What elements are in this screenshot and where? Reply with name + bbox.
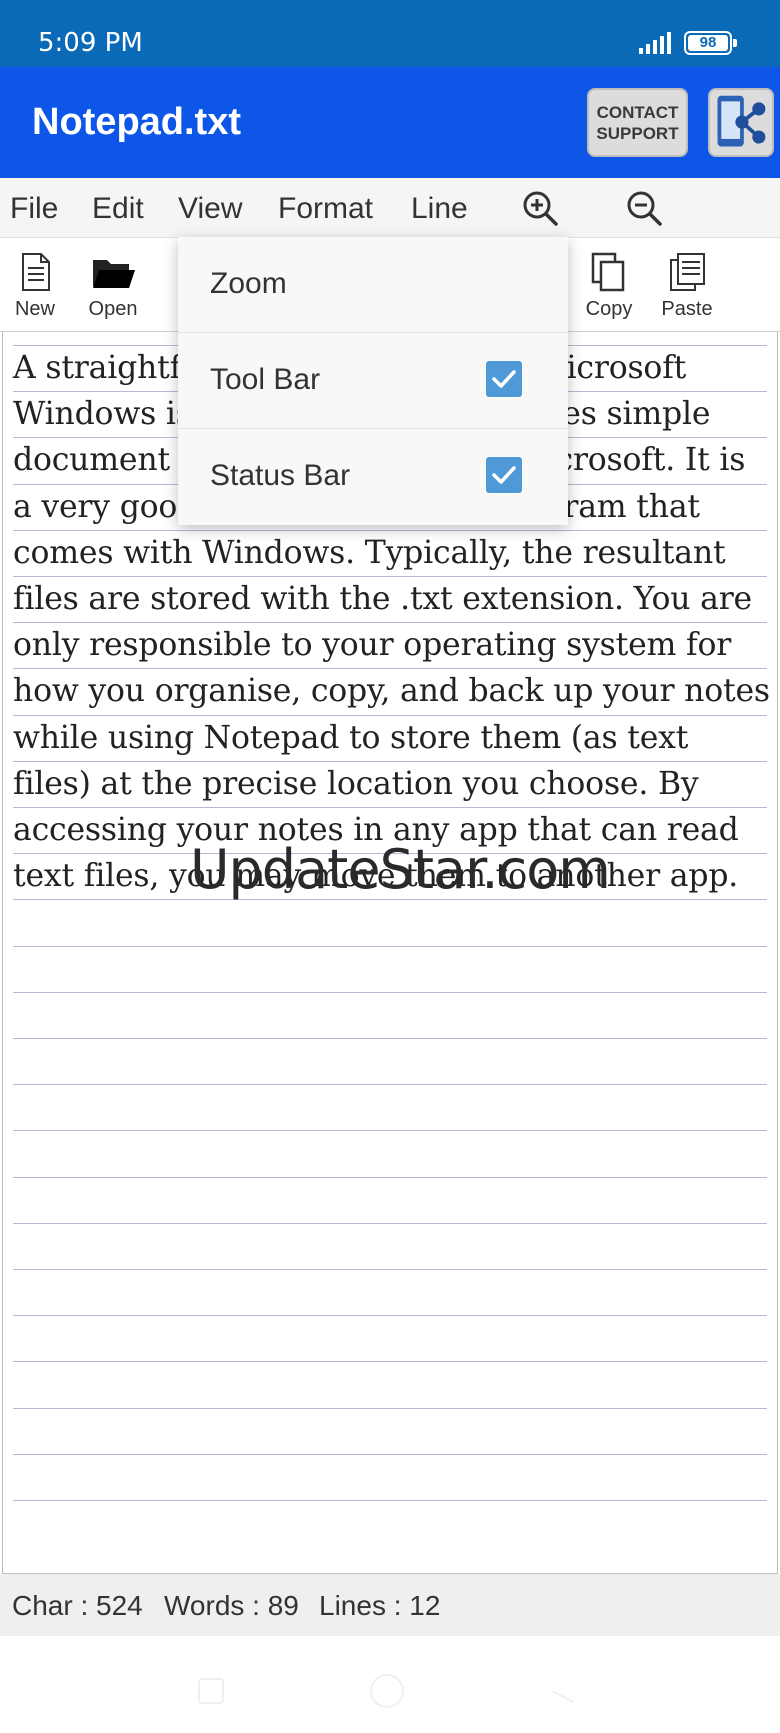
- tool-bar-checkbox[interactable]: [486, 361, 522, 397]
- new-file-icon: [22, 253, 50, 291]
- zoom-in-icon[interactable]: [520, 188, 560, 228]
- view-menu-dropdown: Zoom Tool Bar Status Bar: [178, 237, 568, 525]
- contact-support-button[interactable]: CONTACT SUPPORT: [587, 88, 688, 157]
- ruled-line: [13, 1084, 767, 1086]
- ruled-line: [13, 1500, 767, 1501]
- new-label: New: [14, 298, 55, 320]
- ruled-line: [13, 1130, 767, 1132]
- recent-apps-icon[interactable]: [196, 1676, 226, 1706]
- checkmark-icon: [492, 370, 516, 388]
- paste-icon: [670, 253, 705, 291]
- ruled-line: [13, 1315, 767, 1317]
- char-count: Char : 524: [12, 1590, 143, 1621]
- ruled-line: [13, 991, 767, 993]
- paste-button[interactable]: Paste: [647, 250, 727, 321]
- menu-format[interactable]: Format: [278, 192, 373, 226]
- signal-icon: [639, 32, 671, 54]
- ruled-line: [13, 1361, 767, 1363]
- watermark: UpdateStar.com: [190, 838, 611, 901]
- ruled-line: [13, 1038, 767, 1039]
- line-count: Lines : 12: [319, 1590, 441, 1621]
- menu-file[interactable]: File: [10, 192, 58, 226]
- clock: 5:09 PM: [38, 28, 143, 58]
- status-bar-label: Status Bar: [210, 459, 351, 492]
- system-nav-bar: [0, 1636, 780, 1733]
- view-menu-tool-bar[interactable]: Tool Bar: [178, 333, 568, 429]
- share-app-icon: [717, 95, 766, 147]
- zoom-out-icon[interactable]: [624, 188, 664, 228]
- contact-support-label: CONTACT SUPPORT: [596, 103, 679, 143]
- copy-button[interactable]: Copy: [569, 250, 649, 321]
- ruled-line: [13, 1269, 767, 1270]
- home-icon[interactable]: [368, 1672, 406, 1710]
- battery-icon: 98: [684, 31, 737, 55]
- tool-bar-label: Tool Bar: [210, 363, 321, 396]
- battery-level: 98: [688, 35, 728, 51]
- ruled-line: [13, 945, 767, 947]
- app-bar: Notepad.txt CONTACT SUPPORT: [0, 67, 780, 178]
- checkmark-icon: [492, 466, 516, 484]
- copy-icon: [591, 252, 625, 292]
- ruled-line: [13, 1453, 767, 1455]
- paste-label: Paste: [661, 298, 713, 320]
- status-bar-checkbox[interactable]: [486, 457, 522, 493]
- menu-line[interactable]: Line: [411, 192, 468, 226]
- zoom-label: Zoom: [210, 267, 287, 300]
- system-status-bar: 5:09 PM 98: [0, 0, 780, 67]
- back-icon[interactable]: [548, 1676, 578, 1706]
- copy-label: Copy: [585, 298, 633, 320]
- share-button[interactable]: [708, 88, 774, 157]
- ruled-line: [13, 1222, 767, 1224]
- word-count: Words : 89: [164, 1590, 299, 1621]
- new-button[interactable]: New: [0, 250, 75, 321]
- ruled-line: [13, 1176, 767, 1178]
- open-folder-icon: [93, 260, 135, 288]
- view-menu-status-bar[interactable]: Status Bar: [178, 429, 568, 525]
- document-title: Notepad.txt: [32, 101, 241, 143]
- menu-view[interactable]: View: [178, 192, 242, 226]
- ruled-line: [13, 1407, 767, 1409]
- menu-edit[interactable]: Edit: [92, 192, 144, 226]
- view-menu-zoom[interactable]: Zoom: [178, 237, 568, 333]
- menu-bar: File Edit View Format Line: [0, 178, 780, 238]
- status-bar: Char : 524 Words : 89 Lines : 12: [0, 1574, 780, 1636]
